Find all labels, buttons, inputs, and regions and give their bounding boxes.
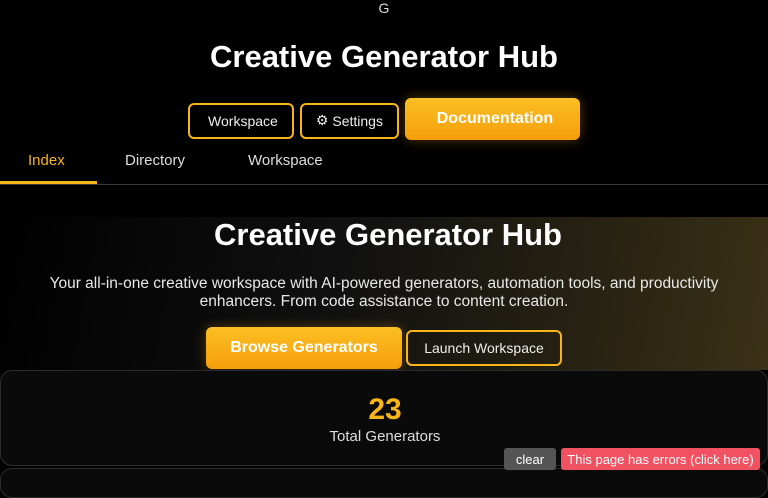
page-errors-banner[interactable]: This page has errors (click here): [561, 448, 760, 470]
settings-button-label: Settings: [332, 112, 383, 129]
browse-generators-button[interactable]: Browse Generators: [206, 327, 402, 369]
tab-label: Index: [28, 152, 65, 169]
top-actions: Workspace ⚙ Settings Documentation: [0, 98, 768, 140]
hero-title-text: Creative Generator Hub: [214, 217, 562, 252]
clear-errors-button[interactable]: clear: [504, 448, 556, 470]
documentation-button-label: Documentation: [436, 110, 554, 127]
stat-card-next: [0, 468, 768, 498]
hero-description: Your all-in-one creative workspace with …: [49, 275, 719, 310]
tab-bar: Index Directory Workspace: [0, 144, 768, 185]
stat-value: 23: [368, 393, 402, 426]
workspace-button-label: Workspace: [208, 112, 278, 129]
tab-directory[interactable]: Directory: [97, 144, 209, 184]
tab-index[interactable]: Index: [0, 144, 97, 184]
hero-section: Creative Generator Hub Your all-in-one c…: [0, 217, 768, 370]
tab-label: Directory: [125, 152, 186, 169]
hero-actions: Browse Generators Launch Workspace: [0, 327, 768, 369]
gear-icon: ⚙: [315, 112, 329, 128]
page-title: Creative Generator Hub: [210, 39, 558, 74]
hero-title: Creative Generator Hub: [0, 217, 768, 253]
clear-label: clear: [515, 451, 545, 467]
workspace-button[interactable]: Workspace: [188, 102, 294, 139]
settings-button[interactable]: ⚙ Settings: [299, 102, 399, 139]
tab-workspace[interactable]: Workspace: [220, 144, 347, 184]
stat-label: Total Generators: [329, 428, 441, 445]
launch-workspace-button[interactable]: Launch Workspace: [406, 330, 562, 366]
top-glyph: G: [378, 0, 390, 16]
documentation-button[interactable]: Documentation: [404, 98, 580, 140]
tab-label: Workspace: [248, 152, 323, 169]
